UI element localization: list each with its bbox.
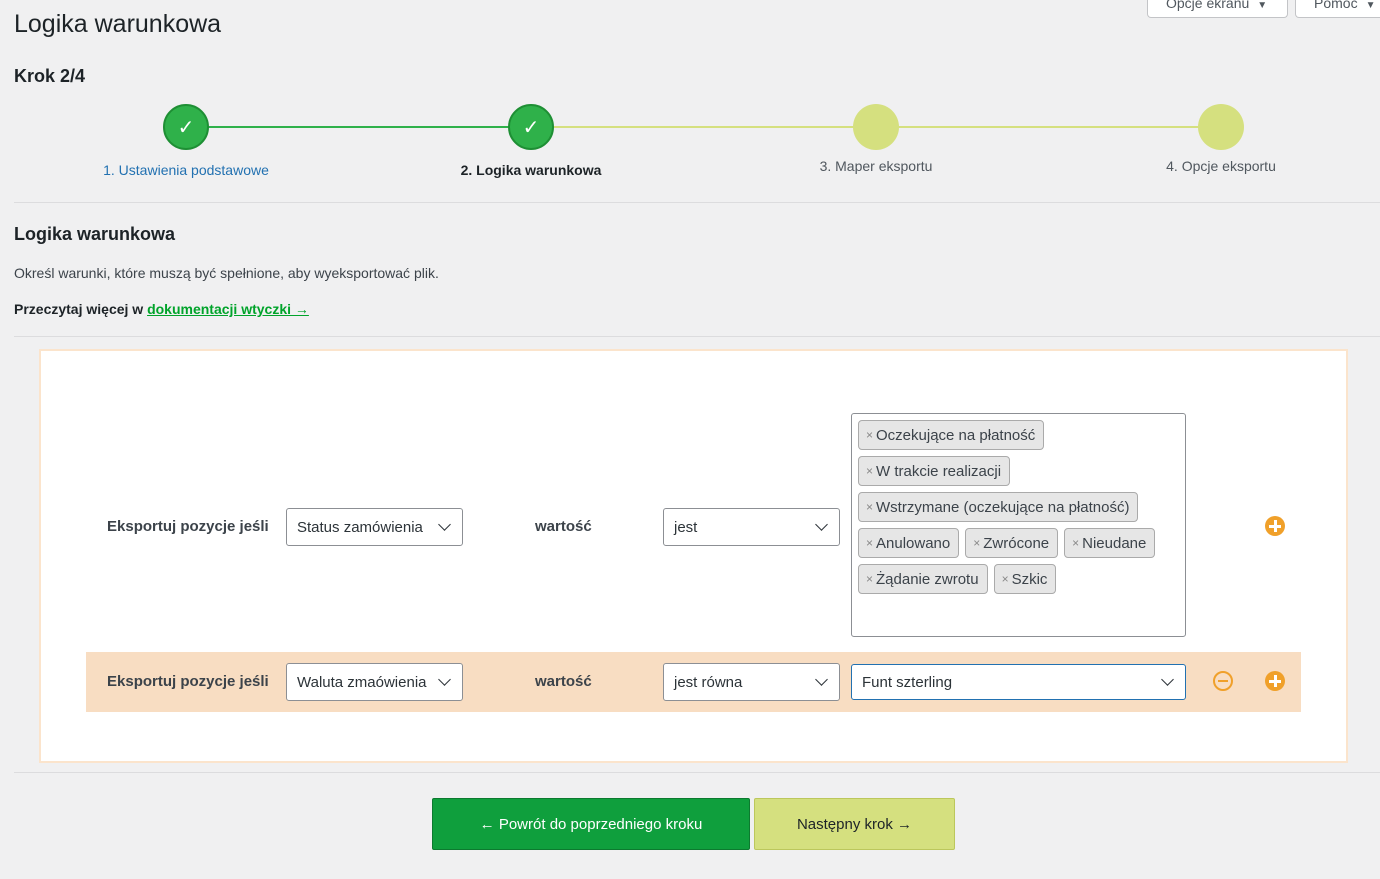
value-chip[interactable]: × Oczekujące na płatność (858, 420, 1045, 450)
rule-1-field-select[interactable]: Status zamówienia (286, 508, 463, 546)
value-chip[interactable]: × Anulowano (858, 528, 960, 558)
chevron-down-icon (815, 673, 828, 686)
step-2-label: 2. Logika warunkowa (460, 162, 602, 178)
chevron-down-icon (815, 518, 828, 531)
remove-icon[interactable]: × (866, 536, 873, 550)
remove-icon[interactable]: × (866, 428, 873, 442)
chevron-down-icon (438, 518, 451, 531)
docs-line: Przeczytaj więcej w dokumentacji wtyczki… (14, 301, 309, 317)
value-chip[interactable]: × Żądanie zwrotu (858, 564, 988, 594)
rule-2-label: Eksportuj pozycje jeśli (107, 673, 269, 690)
value-chip[interactable]: × Wstrzymane (oczekujące na płatność) (858, 492, 1139, 522)
value-chip[interactable]: × Nieudane (1064, 528, 1156, 558)
section-description: Określ warunki, które muszą być spełnion… (14, 265, 439, 281)
chip-label: Oczekujące na płatność (876, 426, 1036, 444)
divider (14, 202, 1380, 203)
divider (14, 336, 1380, 337)
rule-2-field-select[interactable]: Waluta zmaówienia (286, 663, 463, 701)
rule-1-operator-select[interactable]: jest (663, 508, 840, 546)
chip-label: W trakcie realizacji (876, 462, 1002, 480)
step-connector (186, 126, 531, 128)
rule-2-operator-value: jest równa (674, 673, 743, 691)
screen-options-button[interactable]: Opcje ekranu ▼ (1147, 0, 1288, 18)
step-1-check-icon: ✓ (163, 104, 209, 150)
progress-stepper: ✓ ✓ 1. Ustawienia podstawowe 2. Logika w… (0, 95, 1380, 195)
value-chip[interactable]: × Szkic (993, 564, 1057, 594)
remove-icon[interactable]: × (1002, 572, 1009, 586)
add-rule-plus-icon[interactable] (1265, 516, 1285, 536)
chevron-down-icon (438, 673, 451, 686)
step-1-link[interactable]: 1. Ustawienia podstawowe (103, 162, 269, 178)
chip-label: Anulowano (876, 534, 951, 552)
rule-2-field-value: Waluta zmaówienia (297, 673, 427, 691)
docs-link[interactable]: dokumentacji wtyczki → (147, 301, 309, 317)
chip-label: Zwrócone (983, 534, 1050, 552)
value-chip[interactable]: × W trakcie realizacji (858, 456, 1011, 486)
chip-label: Żądanie zwrotu (876, 570, 979, 588)
page-title: Logika warunkowa (14, 10, 222, 38)
chevron-down-icon (1161, 673, 1174, 686)
step-2-check-icon: ✓ (508, 104, 554, 150)
step-4-label: 4. Opcje eksportu (1166, 158, 1276, 174)
rule-1-field-value: Status zamówienia (297, 518, 423, 536)
rule-2-operator-select[interactable]: jest równa (663, 663, 840, 701)
remove-rule-minus-icon[interactable] (1213, 671, 1233, 691)
step-3-dot (853, 104, 899, 150)
rule-2-value-label: wartość (535, 673, 592, 690)
rule-2-value: Funt szterling (862, 673, 953, 691)
add-rule-plus-icon[interactable] (1265, 671, 1285, 691)
next-step-button[interactable]: Następny krok → (754, 798, 955, 850)
remove-icon[interactable]: × (866, 500, 873, 514)
rule-1-values-multiselect[interactable]: × Oczekujące na płatność × W trakcie reali… (851, 413, 1186, 637)
chip-label: Szkic (1011, 570, 1048, 588)
value-chip[interactable]: × Zwrócone (965, 528, 1059, 558)
remove-icon[interactable]: × (866, 464, 873, 478)
chip-label: Wstrzymane (oczekujące na płatność) (876, 498, 1130, 516)
section-title: Logika warunkowa (14, 224, 176, 244)
caret-down-icon: ▼ (1257, 0, 1268, 11)
back-button[interactable]: ← Powrót do poprzedniego kroku (432, 798, 750, 850)
chip-label: Nieudane (1082, 534, 1147, 552)
help-button[interactable]: Pomoc ▼ (1295, 0, 1380, 18)
caret-down-icon: ▼ (1365, 0, 1376, 11)
remove-icon[interactable]: × (1072, 536, 1079, 550)
remove-icon[interactable]: × (973, 536, 980, 550)
screen-options-label: Opcje ekranu (1166, 0, 1250, 11)
rule-1-value-label: wartość (535, 518, 592, 535)
step-3-label: 3. Maper eksportu (819, 158, 933, 174)
step-counter: Krok 2/4 (14, 66, 86, 86)
help-label: Pomoc (1314, 0, 1358, 11)
remove-icon[interactable]: × (866, 572, 873, 586)
rule-1-label: Eksportuj pozycje jeśli (107, 518, 269, 535)
step-4-dot (1198, 104, 1244, 150)
rule-1-operator-value: jest (674, 518, 698, 536)
rule-2-value-select[interactable]: Funt szterling (851, 664, 1186, 700)
docs-prefix: Przeczytaj więcej w (14, 301, 144, 317)
divider (14, 772, 1380, 773)
